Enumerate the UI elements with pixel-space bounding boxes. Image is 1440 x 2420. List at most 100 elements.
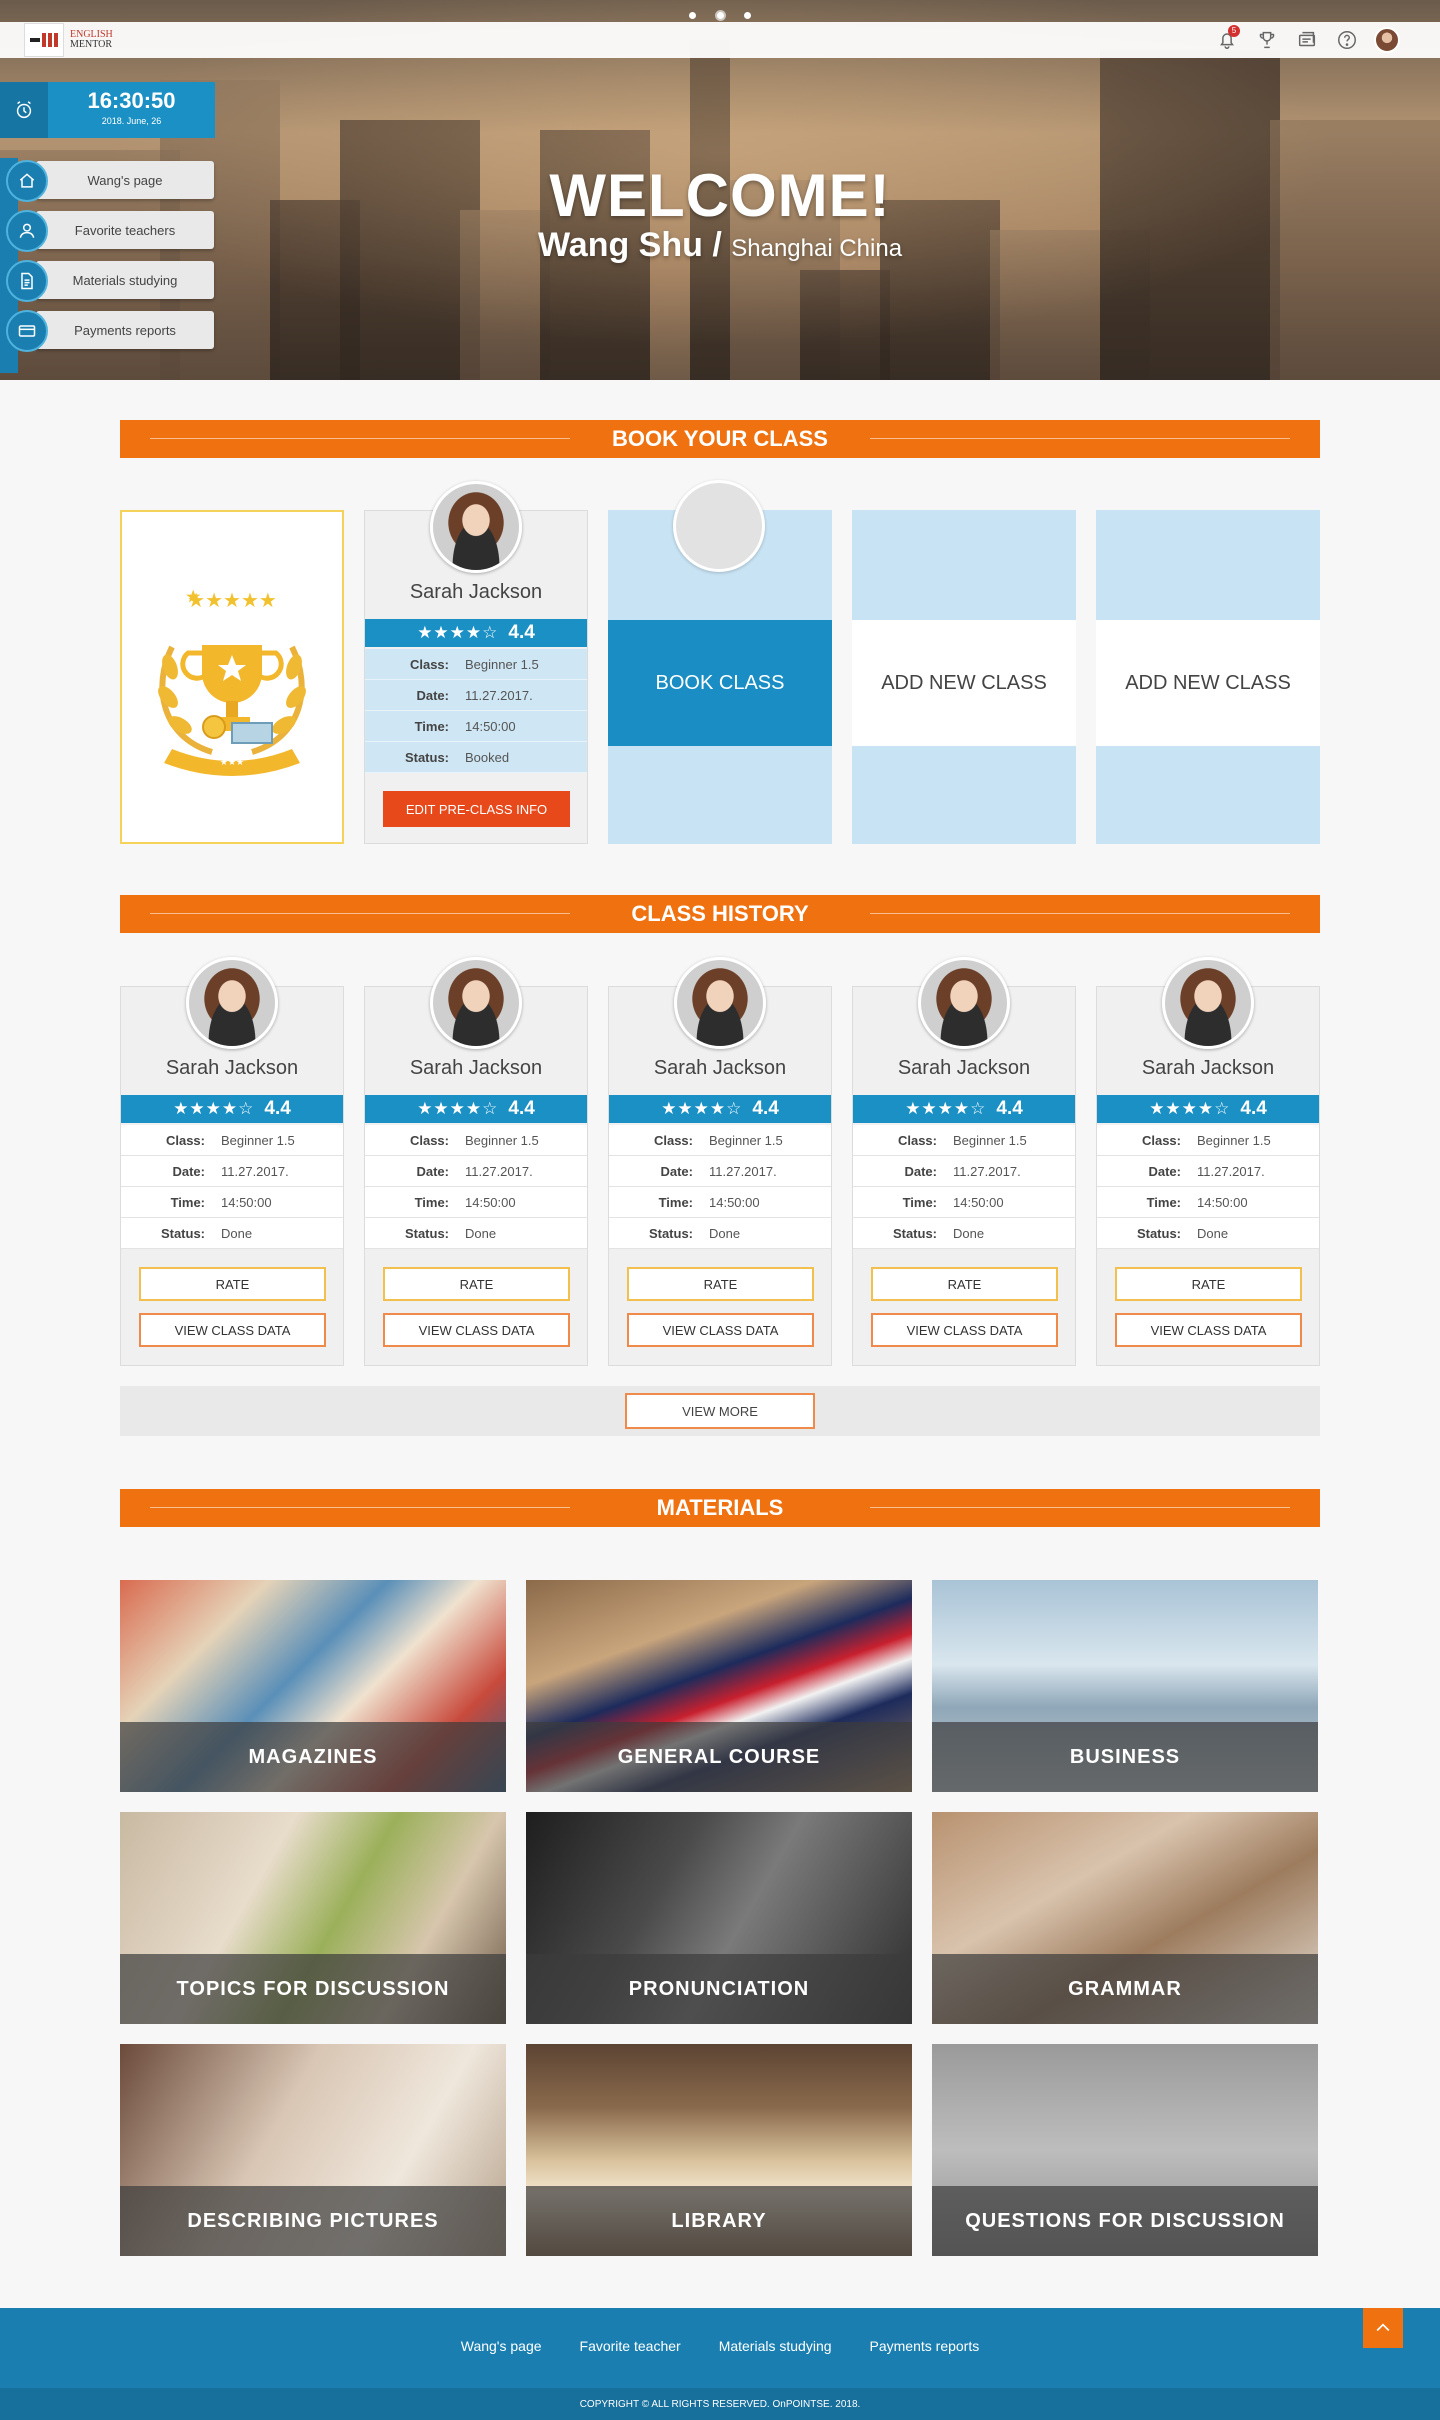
add-class-slot[interactable]: ADD NEW CLASS: [852, 510, 1076, 844]
teacher-rating: ★★★★☆ 4.4: [1097, 1095, 1319, 1123]
materials-header: MATERIALS: [120, 1489, 1320, 1527]
clock-time: 16:30:50: [87, 88, 176, 113]
view-class-data-button[interactable]: VIEW CLASS DATA: [383, 1313, 570, 1347]
svg-text:★★★★★: ★★★★★: [187, 588, 277, 612]
class-info: Class: Beginner 1.5 Date: 11.27.2017. Time: 1…: [853, 1125, 1075, 1249]
view-class-data-button[interactable]: VIEW CLASS DATA: [627, 1313, 814, 1347]
copyright: COPYRIGHT © ALL RIGHTS RESERVED. OnPOINT…: [0, 2388, 1440, 2420]
side-nav-item-payments-reports[interactable]: Payments reports: [0, 308, 220, 358]
notifications-button[interactable]: 5: [1214, 25, 1240, 53]
class-info: Class: Beginner 1.5 Date: 11.27.2017. Time: 1…: [365, 1125, 587, 1249]
edit-pre-class-info-button[interactable]: EDIT PRE-CLASS INFO: [383, 791, 570, 827]
clock-widget: 16:30:50 2018. June, 26: [0, 82, 215, 138]
teacher-name: Sarah Jackson: [897, 1057, 1031, 1079]
empty-photo-placeholder: [673, 480, 765, 572]
rate-button[interactable]: RATE: [627, 1267, 814, 1301]
info-row: Time: 14:50:00: [121, 1187, 343, 1218]
info-row: Status: Done: [365, 1218, 587, 1249]
view-class-data-button[interactable]: VIEW CLASS DATA: [139, 1313, 326, 1347]
scroll-to-top-button[interactable]: [1363, 2308, 1403, 2348]
tickets-button[interactable]: [1294, 27, 1320, 53]
teacher-rating: ★★★★☆ 4.4: [853, 1095, 1075, 1123]
rating-stars-icon: ★★★★☆: [173, 1099, 255, 1118]
book-class-button[interactable]: BOOK CLASS: [608, 620, 832, 746]
rating-stars-icon: ★★★★☆: [661, 1099, 743, 1118]
trophy-laurel-icon: ★★★★★ ★★★: [158, 588, 306, 776]
rating-value: 4.4: [508, 622, 535, 643]
side-nav-item-materials-studying[interactable]: Materials studying: [0, 258, 220, 308]
add-new-class-button[interactable]: ADD NEW CLASS: [852, 620, 1076, 746]
teacher-name: Sarah Jackson: [409, 581, 543, 603]
class-info: Class: Beginner 1.5 Date: 11.27.2017. Time: 1…: [1097, 1125, 1319, 1249]
rate-button[interactable]: RATE: [1115, 1267, 1302, 1301]
footer-link-wangs-page[interactable]: Wang's page: [461, 2338, 542, 2354]
teacher-photo: [430, 957, 522, 1049]
carousel-dot[interactable]: [743, 12, 751, 19]
material-tile-describing-pictures[interactable]: DESCRIBING PICTURES: [120, 2044, 506, 2256]
info-row: Status: Done: [1097, 1218, 1319, 1249]
footer-link-favorite-teacher[interactable]: Favorite teacher: [580, 2338, 681, 2354]
book-class-header: BOOK YOUR CLASS: [120, 420, 1320, 458]
top-bar: ENGLISH MENTOR 5: [0, 22, 1440, 58]
teacher-photo: [430, 481, 522, 573]
section-title: BOOK YOUR CLASS: [592, 426, 848, 452]
rating-stars-icon: ★★★★☆: [1149, 1099, 1231, 1118]
rate-button[interactable]: RATE: [139, 1267, 326, 1301]
class-info: Class: Beginner 1.5 Date: 11.27.2017. Time: 1…: [121, 1125, 343, 1249]
info-row: Time: 14:50:00: [853, 1187, 1075, 1218]
trophy-icon: [1259, 31, 1275, 49]
rate-button[interactable]: RATE: [383, 1267, 570, 1301]
help-icon: [1338, 31, 1356, 49]
side-nav-label: Payments reports: [36, 311, 214, 349]
view-more-button[interactable]: VIEW MORE: [625, 1393, 815, 1429]
credit-card-icon: [6, 310, 48, 352]
user-avatar[interactable]: [1374, 27, 1400, 53]
info-row: Status: Done: [121, 1218, 343, 1249]
achievements-button[interactable]: [1254, 27, 1280, 53]
material-tile-topics-for-discussion[interactable]: TOPICS FOR DISCUSSION: [120, 1812, 506, 2024]
rate-button[interactable]: RATE: [871, 1267, 1058, 1301]
material-tile-pronunciation[interactable]: PRONUNCIATION: [526, 1812, 912, 2024]
view-class-data-button[interactable]: VIEW CLASS DATA: [1115, 1313, 1302, 1347]
logo-line2: MENTOR: [70, 39, 113, 50]
trophy-card: ★★★★★ ★★★: [120, 510, 344, 844]
book-class-slot[interactable]: BOOK CLASS: [608, 480, 832, 844]
add-new-class-button[interactable]: ADD NEW CLASS: [1096, 620, 1320, 746]
material-tile-library[interactable]: LIBRARY: [526, 2044, 912, 2256]
teacher-rating: ★★★★☆ 4.4: [121, 1095, 343, 1123]
help-button[interactable]: [1334, 27, 1360, 53]
history-class-card: Sarah Jackson ★★★★☆ 4.4 Class: Beginner 1.5 D…: [364, 957, 588, 1366]
add-class-slot[interactable]: ADD NEW CLASS: [1096, 510, 1320, 844]
section-title: CLASS HISTORY: [611, 901, 829, 927]
teacher-name: Sarah Jackson: [409, 1057, 543, 1079]
welcome-banner: WELCOME! Wang Shu / Shanghai China: [0, 160, 1440, 265]
user-name: Wang Shu: [537, 226, 703, 264]
teacher-photo: [1162, 957, 1254, 1049]
info-row: Time: 14:50:00: [365, 1187, 587, 1218]
teacher-name: Sarah Jackson: [1141, 1057, 1275, 1079]
material-tile-grammar[interactable]: GRAMMAR: [932, 1812, 1318, 2024]
footer-link-payments-reports[interactable]: Payments reports: [870, 2338, 980, 2354]
carousel-dot[interactable]: [689, 12, 697, 19]
material-tile-magazines[interactable]: MAGAZINES: [120, 1580, 506, 1792]
carousel-dot-active[interactable]: [716, 12, 724, 19]
info-row: Status: Done: [853, 1218, 1075, 1249]
material-tile-business[interactable]: BUSINESS: [932, 1580, 1318, 1792]
view-class-data-button[interactable]: VIEW CLASS DATA: [871, 1313, 1058, 1347]
material-tile-general-course[interactable]: GENERAL COURSE: [526, 1580, 912, 1792]
logo[interactable]: ENGLISH MENTOR: [24, 23, 113, 57]
section-title: MATERIALS: [636, 1495, 804, 1521]
info-row: Class: Beginner 1.5: [853, 1125, 1075, 1156]
rating-value: 4.4: [508, 1098, 535, 1119]
info-row: Date: 11.27.2017.: [1097, 1156, 1319, 1187]
footer-nav: Wang's page Favorite teacher Materials s…: [0, 2338, 1440, 2354]
teacher-name: Sarah Jackson: [653, 1057, 787, 1079]
view-more-bar: VIEW MORE: [120, 1386, 1320, 1436]
teacher-photo: [674, 957, 766, 1049]
name-separator: /: [702, 226, 732, 264]
material-tile-questions-for-discussion[interactable]: QUESTIONS FOR DISCUSSION: [932, 2044, 1318, 2256]
info-row: Date: 11.27.2017.: [365, 1156, 587, 1187]
notification-badge: 5: [1228, 25, 1240, 37]
teacher-photo: [918, 957, 1010, 1049]
footer-link-materials-studying[interactable]: Materials studying: [719, 2338, 832, 2354]
